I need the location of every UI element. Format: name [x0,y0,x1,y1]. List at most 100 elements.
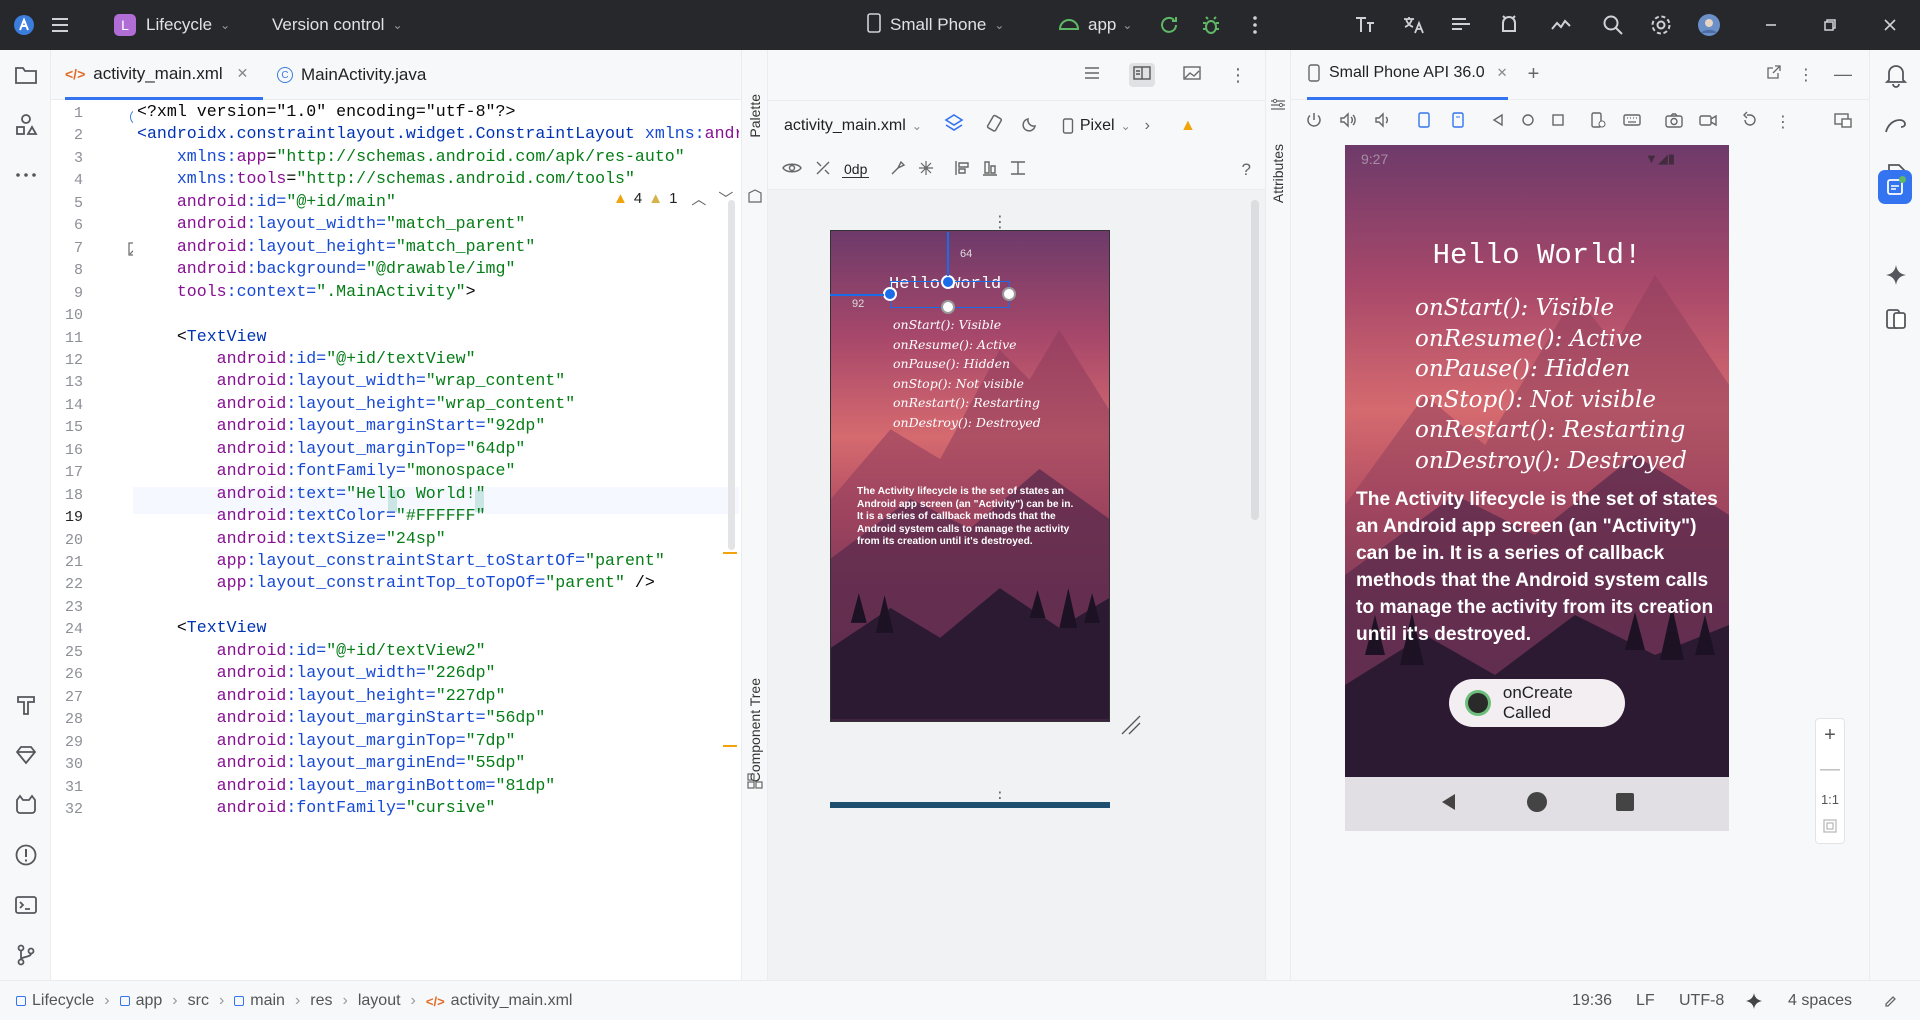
version-control-icon[interactable] [13,942,39,968]
design-canvas[interactable]: ⋮ Hello World onStart(): Visible onResume… [768,190,1265,980]
warning-stripe[interactable] [723,552,737,554]
sdk-manager-icon[interactable] [1549,13,1573,37]
split-view-icon[interactable] [1129,63,1155,87]
palette-tab[interactable]: Palette [747,94,763,138]
line-separator[interactable]: LF [1636,981,1655,1020]
indent-setting[interactable]: 4 spaces [1788,981,1852,1020]
tab-activity-main[interactable]: </> activity_main.xml ✕ [65,50,255,100]
restore-icon[interactable] [1818,13,1842,37]
chevron-up-icon[interactable]: ︿ [691,188,706,209]
screen-record-icon[interactable] [1699,111,1717,133]
chevron-right-icon[interactable]: › [1145,117,1150,135]
close-icon[interactable] [1878,13,1902,37]
nav-home-icon[interactable] [1526,791,1548,817]
attributes-icon[interactable] [1270,98,1286,112]
caret-position[interactable]: 19:36 [1572,981,1612,1020]
notifications-icon[interactable] [1883,62,1909,88]
nav-recents-icon[interactable] [1615,792,1635,816]
volume-up-icon[interactable] [1339,111,1357,133]
line-number[interactable]: 32 [51,801,83,818]
guidelines-icon[interactable] [1009,159,1027,180]
problems-icon[interactable] [13,842,39,868]
line-number[interactable]: 18 [51,487,83,504]
nav-back-icon[interactable] [1439,792,1459,816]
camera-icon[interactable] [1665,111,1683,133]
help-icon[interactable]: ? [1242,160,1251,180]
build-icon[interactable] [13,692,39,718]
warning-icon[interactable]: ▲ [1180,117,1196,135]
orientation-icon[interactable] [984,113,1004,138]
line-number[interactable]: 7 [51,240,83,257]
infer-constraints-icon[interactable] [917,159,935,180]
line-number[interactable]: 11 [51,330,83,347]
breadcrumb-item[interactable]: › main [219,992,285,1010]
top-anchor[interactable] [941,275,955,289]
zoom-out-icon[interactable]: — [1820,758,1840,781]
translations-icon[interactable] [1353,13,1377,37]
rotate-left-icon[interactable] [1415,111,1433,133]
terminal-icon[interactable] [13,892,39,918]
more-horizontal-icon[interactable] [13,162,39,188]
line-number[interactable]: 31 [51,779,83,796]
editor-scrollbar[interactable] [728,200,735,550]
breadcrumb-item[interactable]: Lifecycle [16,992,94,1010]
line-number[interactable]: 3 [51,150,83,167]
rotate-right-icon[interactable] [1449,111,1467,133]
pack-icon[interactable] [953,159,971,180]
night-mode-icon[interactable] [1022,114,1040,137]
close-icon[interactable]: ✕ [237,65,249,82]
device-selector[interactable]: Small Phone ⌄ [866,0,1004,50]
line-number[interactable]: 13 [51,374,83,391]
gem-icon[interactable] [13,742,39,768]
preview-lifecycle-list[interactable]: onStart(): Visible onResume(): Active onPa… [893,315,1041,432]
more-vertical-icon[interactable]: ⋮ [1229,65,1247,86]
apply-changes-icon[interactable] [1157,13,1181,37]
vcs-menu[interactable]: Version control ⌄ [272,0,403,50]
line-number[interactable]: 15 [51,419,83,436]
snapshot-icon[interactable] [1741,111,1759,133]
close-icon[interactable]: ✕ [1497,65,1508,81]
fold-icon[interactable] [1589,111,1607,133]
device-dropdown[interactable]: Pixel ⌄ [1062,117,1131,135]
line-number[interactable]: 4 [51,172,83,189]
design-surface-icon[interactable] [944,113,964,138]
main-menu-icon[interactable] [48,13,72,37]
component-tree-icon[interactable] [747,773,763,789]
code-view-icon[interactable] [1083,65,1101,85]
power-icon[interactable] [1305,111,1323,133]
bottom-anchor[interactable] [941,300,955,314]
clear-constraints-icon[interactable] [889,159,907,180]
zoom-actual-size[interactable]: 1:1 [1821,792,1839,807]
zoom-in-icon[interactable]: + [1824,724,1836,747]
line-number[interactable]: 1 [51,105,83,122]
gradle-icon[interactable] [1883,112,1909,138]
line-number[interactable]: 12 [51,352,83,369]
line-number[interactable]: 14 [51,397,83,414]
palette-icon[interactable] [747,188,763,204]
more-vertical-icon[interactable]: ⋮ [992,212,1008,232]
line-number[interactable]: 21 [51,554,83,571]
search-icon[interactable] [1601,13,1625,37]
line-number[interactable]: 30 [51,756,83,773]
open-external-icon[interactable] [1766,64,1782,85]
align-icon[interactable] [981,159,999,180]
line-number[interactable]: 24 [51,621,83,638]
display-mode-icon[interactable] [1834,111,1852,133]
more-vertical-icon[interactable]: ⋮ [1798,65,1814,85]
zoom-fit-icon[interactable] [1822,818,1838,838]
line-number[interactable]: 19 [51,509,83,526]
project-selector[interactable]: L Lifecycle ⌄ [114,0,230,50]
breadcrumb-item[interactable]: › res [295,992,333,1010]
line-number[interactable]: 29 [51,734,83,751]
debug-icon[interactable] [1199,13,1223,37]
line-number[interactable]: 8 [51,262,83,279]
device-screen[interactable]: 9:27 ▼◢▮ Hello World! onStart(): Visible… [1345,145,1729,777]
line-number[interactable]: 5 [51,195,83,212]
default-margin[interactable]: 0dp [842,161,870,178]
sync-gradle-icon[interactable] [1449,13,1473,37]
home-icon[interactable] [1521,113,1535,131]
translate-icon[interactable] [1401,13,1425,37]
project-folder-icon[interactable] [13,62,39,88]
ai-assistant-icon[interactable] [1745,981,1763,1020]
line-number[interactable]: 17 [51,464,83,481]
